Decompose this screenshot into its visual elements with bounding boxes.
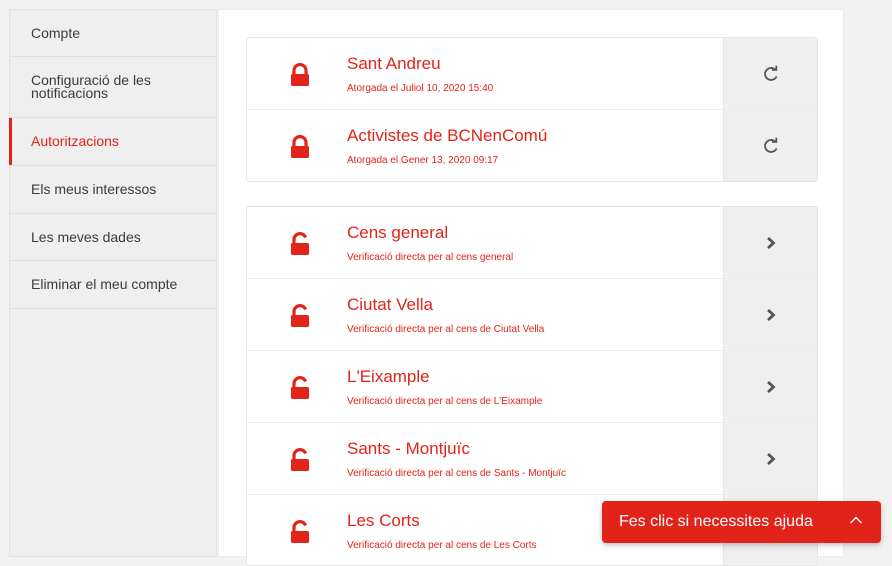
lock-open-icon (291, 376, 309, 399)
verify-button[interactable] (723, 279, 817, 350)
renew-button[interactable] (723, 38, 817, 109)
authorization-title: Ciutat Vella (347, 295, 433, 314)
granted-authorizations-card: Sant Andreu Atorgada el Juliol 10, 2020 … (246, 37, 818, 182)
chevron-right-icon (766, 380, 776, 393)
authorization-row: Cens general Verificació directa per al … (247, 207, 817, 279)
sidebar-item-label: Configuració de les notificacions (31, 72, 151, 101)
authorization-subtitle: Verificació directa per al cens de Les C… (347, 540, 537, 551)
lock-closed-icon (291, 135, 309, 158)
authorization-title: Sant Andreu (347, 54, 441, 73)
chevron-right-icon (766, 308, 776, 321)
help-button-label: Fes clic si necessites ajuda (619, 513, 813, 530)
sidebar: Compte Configuració de les notificacions… (9, 9, 217, 557)
sidebar-item-dades[interactable]: Les meves dades (10, 214, 216, 261)
authorization-row: Activistes de BCNenComú Atorgada el Gene… (247, 110, 817, 181)
sidebar-item-interessos[interactable]: Els meus interessos (10, 166, 216, 214)
authorization-subtitle: Verificació directa per al cens general (347, 252, 514, 263)
sidebar-item-label: Els meus interessos (31, 181, 157, 197)
sidebar-item-autoritzacions[interactable]: Autoritzacions (9, 118, 216, 166)
sidebar-item-compte[interactable]: Compte (10, 10, 216, 57)
verify-button[interactable] (723, 351, 817, 422)
sidebar-item-label: Eliminar el meu compte (31, 276, 178, 292)
lock-open-icon (291, 232, 309, 255)
authorization-subtitle: Verificació directa per al cens de L'Eix… (347, 396, 543, 407)
authorization-subtitle: Verificació directa per al cens de Sants… (347, 468, 566, 479)
sidebar-item-eliminar-compte[interactable]: Eliminar el meu compte (10, 261, 216, 309)
authorization-subtitle: Atorgada el Juliol 10, 2020 15:40 (347, 83, 494, 94)
authorization-row: Sant Andreu Atorgada el Juliol 10, 2020 … (247, 38, 817, 110)
authorization-row: Sants - Montjuïc Verificació directa per… (247, 423, 817, 495)
lock-open-icon (291, 520, 309, 543)
verify-button[interactable] (723, 207, 817, 278)
chevron-right-icon (766, 452, 776, 465)
authorization-title: Activistes de BCNenComú (347, 126, 548, 145)
main-content: Sant Andreu Atorgada el Juliol 10, 2020 … (218, 9, 844, 566)
verify-button[interactable] (723, 423, 817, 494)
authorization-subtitle: Verificació directa per al cens de Ciuta… (347, 324, 545, 335)
refresh-icon (763, 137, 777, 153)
renew-button[interactable] (723, 110, 817, 181)
sidebar-item-notificacions[interactable]: Configuració de les notificacions (10, 57, 216, 118)
authorization-row: L'Eixample Verificació directa per al ce… (247, 351, 817, 423)
authorization-title: Sants - Montjuïc (347, 439, 470, 458)
lock-open-icon (291, 448, 309, 471)
sidebar-item-label: Compte (31, 24, 81, 41)
authorization-title: Les Corts (347, 511, 420, 530)
lock-open-icon (291, 304, 309, 327)
authorization-title: L'Eixample (347, 367, 430, 386)
sidebar-item-label: Les meves dades (31, 228, 141, 245)
refresh-icon (763, 65, 777, 81)
help-button[interactable]: Fes clic si necessites ajuda (602, 501, 881, 543)
sidebar-item-label: Autoritzacions (31, 133, 119, 149)
authorization-title: Cens general (347, 223, 449, 242)
chevron-right-icon (766, 236, 776, 249)
authorization-subtitle: Atorgada el Gener 13, 2020 09:17 (347, 155, 499, 166)
chevron-up-icon (850, 516, 862, 524)
authorization-row: Ciutat Vella Verificació directa per al … (247, 279, 817, 351)
lock-closed-icon (291, 63, 309, 86)
